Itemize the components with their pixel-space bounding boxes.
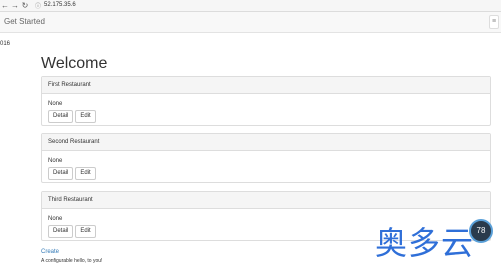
panel-heading: First Restaurant: [42, 77, 490, 94]
detail-button[interactable]: Detail: [48, 225, 74, 238]
back-arrow-icon[interactable]: ←: [0, 0, 10, 11]
detail-button[interactable]: Detail: [48, 110, 74, 123]
restaurant-panel: Second Restaurant None Detail Edit: [41, 133, 491, 183]
detail-button[interactable]: Detail: [48, 167, 74, 180]
navbar-brand[interactable]: Get Started: [4, 17, 45, 26]
panel-text: None: [48, 158, 63, 164]
speed-badge: 78: [469, 219, 493, 243]
address-bar[interactable]: ⓘ 52.175.35.6: [35, 1, 155, 10]
edit-button[interactable]: Edit: [75, 167, 96, 180]
panel-body: None Detail Edit: [42, 94, 490, 128]
browser-toolbar: ← → ↻ ⓘ 52.175.35.6: [0, 0, 501, 12]
side-text: 016: [0, 41, 11, 47]
info-icon: ⓘ: [35, 3, 42, 10]
page-title: Welcome: [41, 55, 108, 72]
panel-body: None Detail Edit: [42, 151, 490, 185]
menu-icon[interactable]: ≡: [489, 15, 499, 29]
panel-heading: Third Restaurant: [42, 192, 490, 209]
navbar: Get Started ≡: [0, 12, 501, 33]
url-text: 52.175.35.6: [44, 2, 76, 8]
footer-text: A configurable hello, to you!: [41, 258, 103, 264]
reload-icon[interactable]: ↻: [20, 0, 30, 11]
edit-button[interactable]: Edit: [75, 225, 96, 238]
panel-text: None: [48, 101, 63, 107]
forward-arrow-icon[interactable]: →: [10, 0, 20, 11]
restaurant-panel: First Restaurant None Detail Edit: [41, 76, 491, 126]
edit-button[interactable]: Edit: [75, 110, 96, 123]
panel-heading: Second Restaurant: [42, 134, 490, 151]
watermark-logo: 奥多云: [375, 224, 475, 262]
create-link[interactable]: Create: [41, 249, 59, 255]
